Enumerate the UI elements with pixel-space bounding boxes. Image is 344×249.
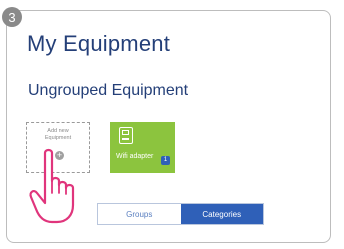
page-title: My Equipment [27, 31, 171, 56]
groups-toggle-button[interactable]: Groups [98, 204, 181, 224]
view-toggle: Groups Categories [97, 203, 264, 225]
equipment-tile-wifi-adapter[interactable]: Wifi adapter 1 [110, 122, 175, 173]
section-title: Ungrouped Equipment [28, 82, 189, 99]
step-number-badge: 3 [2, 7, 22, 27]
add-equipment-label: Add new Equipment [44, 128, 72, 141]
categories-toggle-button[interactable]: Categories [180, 204, 263, 224]
equipment-count-badge: 1 [161, 156, 170, 165]
pointing-hand-icon [29, 148, 75, 224]
equipment-name: Wifi adapter [116, 153, 154, 160]
device-icon [119, 127, 133, 144]
